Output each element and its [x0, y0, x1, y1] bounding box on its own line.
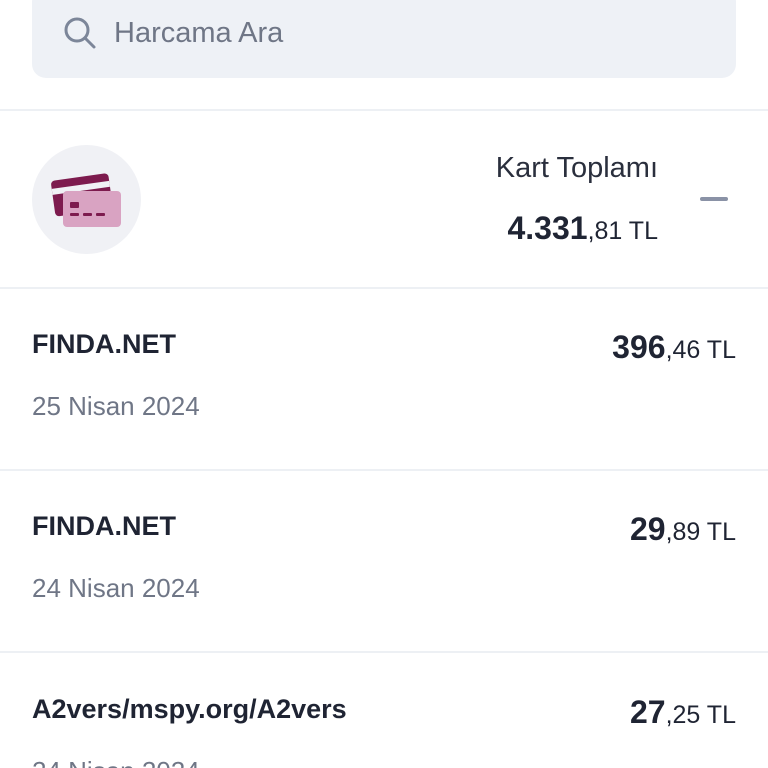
transaction-date: 24 Nisan 2024 — [32, 573, 200, 603]
search-input[interactable] — [114, 10, 674, 56]
merchant-name: FINDA.NET — [32, 511, 176, 541]
card-avatar — [32, 145, 141, 254]
transaction-row[interactable]: A2vers/mspy.org/A2vers 24 Nisan 2024 27,… — [0, 654, 768, 768]
divider — [0, 109, 768, 111]
amount-whole: 27 — [629, 694, 666, 730]
transaction-row[interactable]: FINDA.NET 24 Nisan 2024 29,89 TL — [0, 471, 768, 651]
amount-whole: 396 — [612, 329, 666, 365]
amount-decimal-currency: ,81 TL — [587, 217, 658, 245]
card-total-label: Kart Toplamı — [495, 152, 658, 184]
search-bar[interactable] — [32, 0, 736, 78]
amount-whole: 4.331 — [507, 210, 588, 246]
amount-decimal-currency: ,25 TL — [665, 701, 736, 729]
amount-decimal-currency: ,46 TL — [665, 336, 736, 364]
merchant-name: A2vers/mspy.org/A2vers — [32, 694, 347, 724]
transaction-amount: 396,46 TL — [612, 329, 736, 366]
card-total-amount: 4.331,81 TL — [507, 210, 658, 247]
transaction-row[interactable]: FINDA.NET 25 Nisan 2024 396,46 TL — [0, 289, 768, 469]
card-total-summary: Kart Toplamı 4.331,81 TL — [0, 112, 768, 287]
minus-icon[interactable] — [700, 197, 728, 201]
divider — [0, 651, 768, 653]
amount-whole: 29 — [629, 511, 666, 547]
search-icon — [64, 17, 96, 49]
transaction-amount: 27,25 TL — [630, 694, 736, 731]
transaction-amount: 29,89 TL — [630, 511, 736, 548]
amount-decimal-currency: ,89 TL — [665, 518, 736, 546]
credit-cards-icon — [51, 173, 121, 227]
merchant-name: FINDA.NET — [32, 329, 176, 359]
transaction-date: 24 Nisan 2024 — [32, 756, 200, 768]
transaction-date: 25 Nisan 2024 — [32, 391, 200, 421]
